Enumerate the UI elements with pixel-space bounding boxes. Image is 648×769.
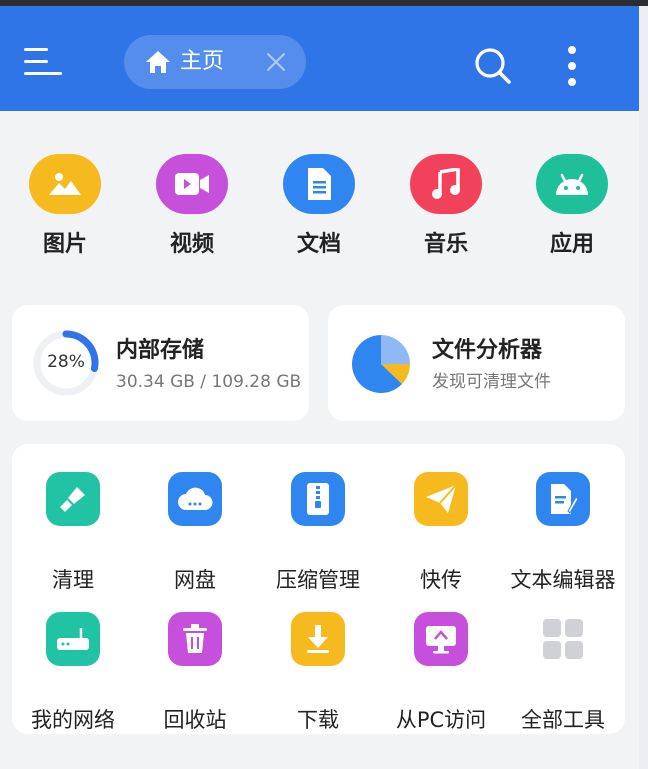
category-videos[interactable]: 视频 bbox=[146, 150, 236, 265]
category-music[interactable]: 音乐 bbox=[400, 150, 490, 265]
tool-my-network[interactable]: 我的网络 bbox=[12, 612, 134, 732]
trash-icon bbox=[183, 624, 207, 653]
category-label: 应用 bbox=[549, 232, 594, 257]
tools-card: 清理 网盘 压缩管理 快传 文本编辑器 我的网络 回收站 下载 从PC访问 全部… bbox=[12, 444, 625, 734]
tool-clean[interactable]: 清理 bbox=[12, 472, 134, 592]
analyzer-subtitle: 发现可清理文件 bbox=[432, 372, 551, 392]
tab-home-label: 主页 bbox=[180, 49, 225, 74]
more-dot-icon bbox=[568, 62, 576, 70]
menu-icon-line bbox=[24, 60, 48, 63]
internal-storage-card[interactable]: 28% 内部存储 30.34 GB / 109.28 GB bbox=[12, 305, 309, 421]
router-icon bbox=[57, 628, 89, 650]
app-header: 主页 bbox=[0, 6, 639, 111]
video-icon bbox=[175, 173, 209, 195]
tool-all-tools-tile bbox=[536, 612, 590, 666]
category-label: 音乐 bbox=[423, 232, 468, 257]
tool-downloads[interactable]: 下载 bbox=[257, 612, 379, 732]
tool-my-network-tile bbox=[46, 612, 100, 666]
text-edit-icon bbox=[551, 484, 578, 514]
tool-recycle-bin-tile bbox=[168, 612, 222, 666]
tool-zip-manager-tile bbox=[291, 472, 345, 526]
tool-label: 快传 bbox=[420, 568, 462, 592]
tool-downloads-tile bbox=[291, 612, 345, 666]
tool-access-from-pc[interactable]: 从PC访问 bbox=[380, 612, 502, 732]
category-documents[interactable]: 文档 bbox=[273, 150, 363, 265]
pc-access-icon bbox=[426, 626, 456, 654]
tool-quick-share[interactable]: 快传 bbox=[380, 472, 502, 592]
android-icon bbox=[556, 173, 588, 195]
home-icon bbox=[146, 51, 170, 73]
tool-label: 我的网络 bbox=[31, 708, 115, 732]
tool-recycle-bin[interactable]: 回收站 bbox=[134, 612, 256, 732]
zip-icon bbox=[307, 483, 329, 515]
tool-text-editor-tile bbox=[536, 472, 590, 526]
category-documents-bubble bbox=[283, 154, 355, 214]
tool-label: 清理 bbox=[52, 568, 94, 592]
document-icon bbox=[308, 168, 331, 200]
paper-plane-icon bbox=[426, 484, 457, 513]
storage-usage-text: 30.34 GB / 109.28 GB bbox=[116, 372, 302, 392]
menu-icon-line bbox=[24, 72, 62, 75]
category-label: 图片 bbox=[42, 232, 87, 257]
tool-zip-manager[interactable]: 压缩管理 bbox=[257, 472, 379, 592]
scrollbar-track bbox=[639, 6, 648, 769]
tool-label: 下载 bbox=[297, 708, 339, 732]
menu-button[interactable] bbox=[24, 44, 62, 80]
tool-access-from-pc-tile bbox=[414, 612, 468, 666]
tab-home[interactable]: 主页 bbox=[124, 35, 306, 89]
analyzer-title: 文件分析器 bbox=[432, 338, 543, 363]
tool-label: 文本编辑器 bbox=[510, 568, 616, 592]
category-images-bubble bbox=[29, 154, 101, 214]
tool-cloud-drive-tile bbox=[168, 472, 222, 526]
grid-icon bbox=[543, 619, 583, 659]
tool-label: 回收站 bbox=[163, 708, 227, 732]
pie-chart-icon bbox=[352, 335, 410, 393]
more-options-button[interactable] bbox=[560, 44, 584, 88]
more-dot-icon bbox=[568, 78, 576, 86]
tool-quick-share-tile bbox=[414, 472, 468, 526]
category-apps[interactable]: 应用 bbox=[526, 150, 616, 265]
tool-clean-tile bbox=[46, 472, 100, 526]
tool-text-editor[interactable]: 文本编辑器 bbox=[502, 472, 624, 592]
broom-icon bbox=[60, 487, 85, 512]
storage-percent: 28% bbox=[47, 352, 85, 372]
storage-title: 内部存储 bbox=[116, 338, 205, 363]
tool-label: 全部工具 bbox=[521, 708, 605, 732]
image-icon bbox=[49, 173, 81, 195]
category-images[interactable]: 图片 bbox=[19, 150, 109, 265]
category-label: 视频 bbox=[169, 232, 214, 257]
search-icon[interactable] bbox=[473, 46, 513, 86]
category-label: 文档 bbox=[296, 232, 341, 257]
category-apps-bubble bbox=[536, 154, 608, 214]
category-row: 图片 视频 文档 音乐 应用 bbox=[0, 150, 639, 270]
tool-label: 压缩管理 bbox=[276, 568, 360, 592]
music-icon bbox=[432, 168, 460, 199]
close-icon[interactable] bbox=[264, 50, 288, 74]
category-videos-bubble bbox=[156, 154, 228, 214]
tool-label: 从PC访问 bbox=[395, 708, 487, 732]
cloud-icon bbox=[178, 487, 213, 510]
tool-all-tools[interactable]: 全部工具 bbox=[502, 612, 624, 732]
category-music-bubble bbox=[410, 154, 482, 214]
more-dot-icon bbox=[568, 46, 576, 54]
download-icon bbox=[307, 625, 329, 653]
tool-label: 网盘 bbox=[174, 568, 216, 592]
menu-icon-line bbox=[24, 48, 48, 51]
tool-cloud-drive[interactable]: 网盘 bbox=[134, 472, 256, 592]
file-analyzer-card[interactable]: 文件分析器 发现可清理文件 bbox=[328, 305, 625, 421]
